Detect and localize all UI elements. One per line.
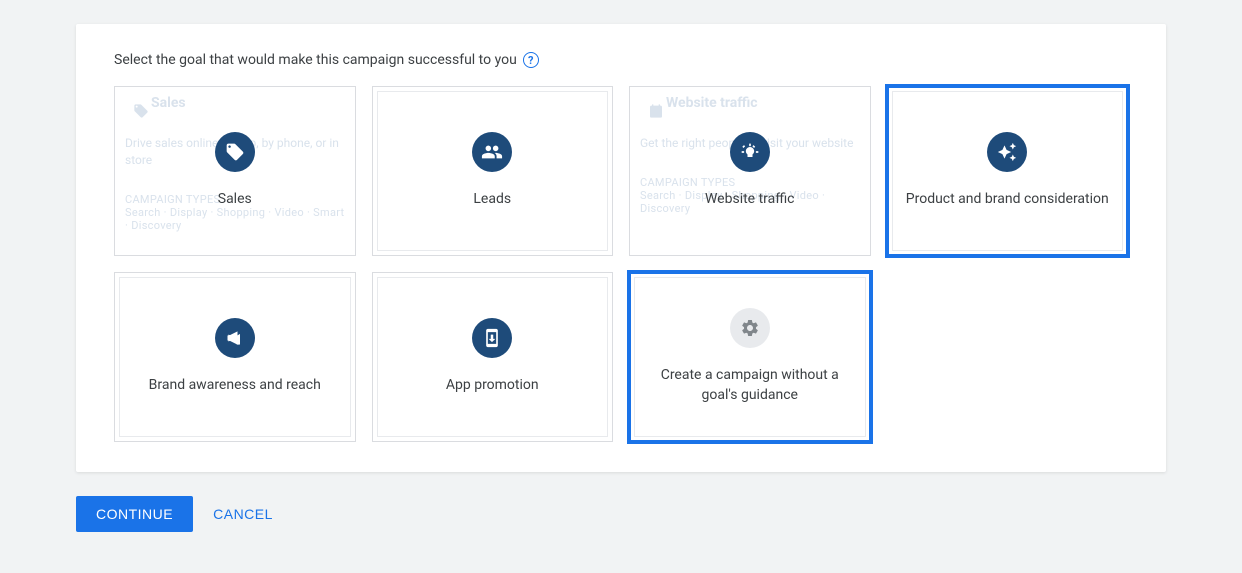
goals-grid: Sales Drive sales online, in app, by pho… [114, 86, 1128, 442]
goal-card-no-goal[interactable]: Create a campaign without a goal's guida… [629, 272, 871, 442]
goal-card-app-promotion[interactable]: App promotion [372, 272, 614, 442]
goal-card-brand-awareness[interactable]: Brand awareness and reach [114, 272, 356, 442]
continue-button[interactable]: CONTINUE [76, 496, 193, 532]
goal-selection-card: Select the goal that would make this cam… [76, 24, 1166, 472]
goal-card-sales[interactable]: Sales Drive sales online, in app, by pho… [114, 86, 356, 256]
goal-card-leads[interactable]: Leads [372, 86, 614, 256]
goal-label-sales: Sales [218, 190, 252, 210]
action-button-row: CONTINUE CANCEL [76, 496, 1166, 532]
click-icon [730, 132, 770, 172]
cancel-button[interactable]: CANCEL [213, 506, 273, 522]
goal-label-product-brand: Product and brand consideration [906, 190, 1109, 210]
instruction-row: Select the goal that would make this cam… [114, 52, 1128, 68]
tag-icon [215, 132, 255, 172]
instruction-text: Select the goal that would make this cam… [114, 52, 517, 68]
people-icon [472, 132, 512, 172]
goal-card-product-brand[interactable]: Product and brand consideration [887, 86, 1129, 256]
goal-label-brand-awareness: Brand awareness and reach [149, 376, 321, 396]
goal-label-website-traffic: Website traffic [705, 190, 795, 210]
sparkle-icon [987, 132, 1027, 172]
goal-label-no-goal: Create a campaign without a goal's guida… [647, 366, 853, 405]
gear-icon [730, 308, 770, 348]
help-icon[interactable]: ? [523, 52, 539, 68]
phone-download-icon [472, 318, 512, 358]
goal-card-website-traffic[interactable]: Website traffic Get the right people to … [629, 86, 871, 256]
goal-label-app-promotion: App promotion [446, 376, 539, 396]
megaphone-icon [215, 318, 255, 358]
goal-label-leads: Leads [473, 190, 511, 210]
